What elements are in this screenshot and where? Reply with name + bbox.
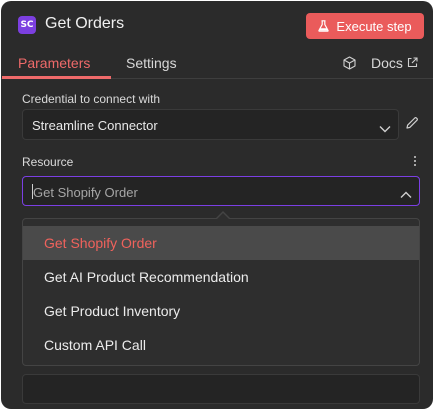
box-icon[interactable] [343,56,356,73]
option-label: Get Shopify Order [44,235,157,251]
active-tab-indicator [2,76,111,79]
dropdown-option-get-ai-product-recommendation[interactable]: Get AI Product Recommendation [23,260,419,294]
credential-select[interactable]: Streamline Connector [22,109,399,140]
execute-step-button[interactable]: Execute step [306,13,424,39]
tab-parameters[interactable]: Parameters [18,55,90,71]
docs-label: Docs [371,55,403,71]
edit-credential-icon[interactable] [405,116,419,133]
credential-value: Streamline Connector [32,118,158,133]
resource-dropdown: Get Shopify Order Get AI Product Recomme… [22,218,420,366]
node-title[interactable]: Get Orders [45,15,124,33]
credential-label: Credential to connect with [22,92,161,106]
resource-value: Get Shopify Order [33,185,138,200]
next-parameter-field[interactable] [22,374,420,404]
dropdown-option-custom-api-call[interactable]: Custom API Call [23,328,419,362]
chevron-down-icon [379,121,391,136]
node-logo: SC [18,16,36,34]
flask-icon [318,20,330,32]
chevron-up-icon [400,187,412,202]
parameter-options-icon[interactable] [412,156,418,170]
dropdown-option-get-product-inventory[interactable]: Get Product Inventory [23,294,419,328]
resource-select[interactable]: Get Shopify Order [22,176,420,206]
dropdown-pointer-fill [217,213,229,219]
node-details-panel: SC Get Orders Execute step Parameters Se… [1,1,433,409]
tab-bar: Parameters Settings Docs [1,49,433,79]
dropdown-option-get-shopify-order[interactable]: Get Shopify Order [23,226,419,260]
resource-label: Resource [22,155,74,169]
option-label: Custom API Call [44,337,146,353]
tab-settings[interactable]: Settings [126,55,177,71]
panel-header: SC Get Orders Execute step [1,1,433,49]
option-label: Get Product Inventory [44,303,181,319]
docs-link[interactable]: Docs [371,55,418,71]
external-link-icon [407,55,418,71]
execute-step-label: Execute step [336,18,412,34]
option-label: Get AI Product Recommendation [44,269,249,285]
